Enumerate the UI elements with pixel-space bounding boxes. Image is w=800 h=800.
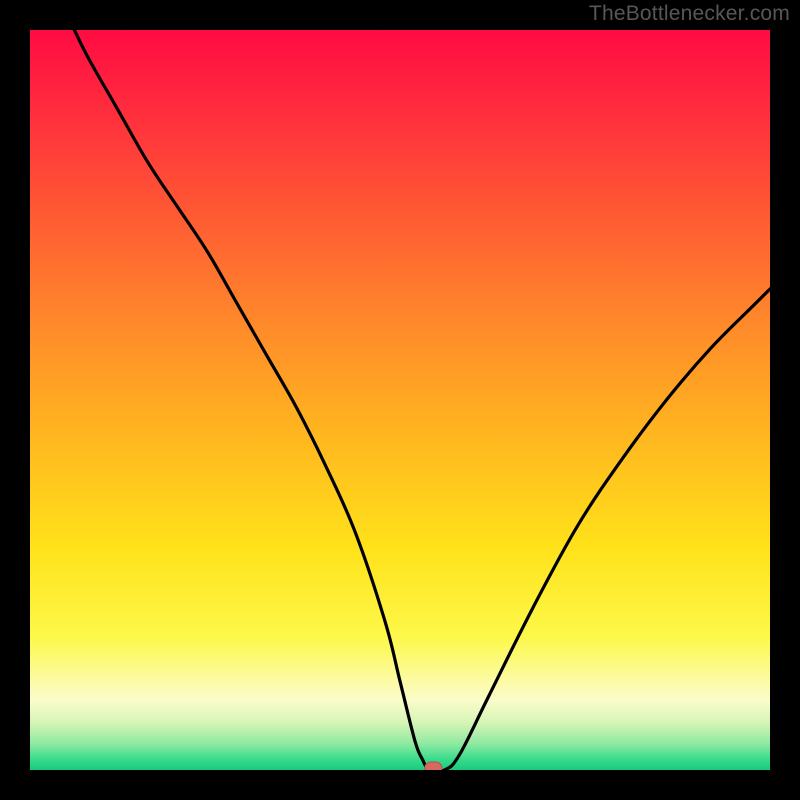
plot-area [30, 30, 770, 770]
optimum-marker [425, 762, 442, 770]
gradient-background [30, 30, 770, 770]
chart-frame: TheBottlenecker.com [0, 0, 800, 800]
bottleneck-chart [30, 30, 770, 770]
attribution-text: TheBottlenecker.com [589, 2, 790, 26]
